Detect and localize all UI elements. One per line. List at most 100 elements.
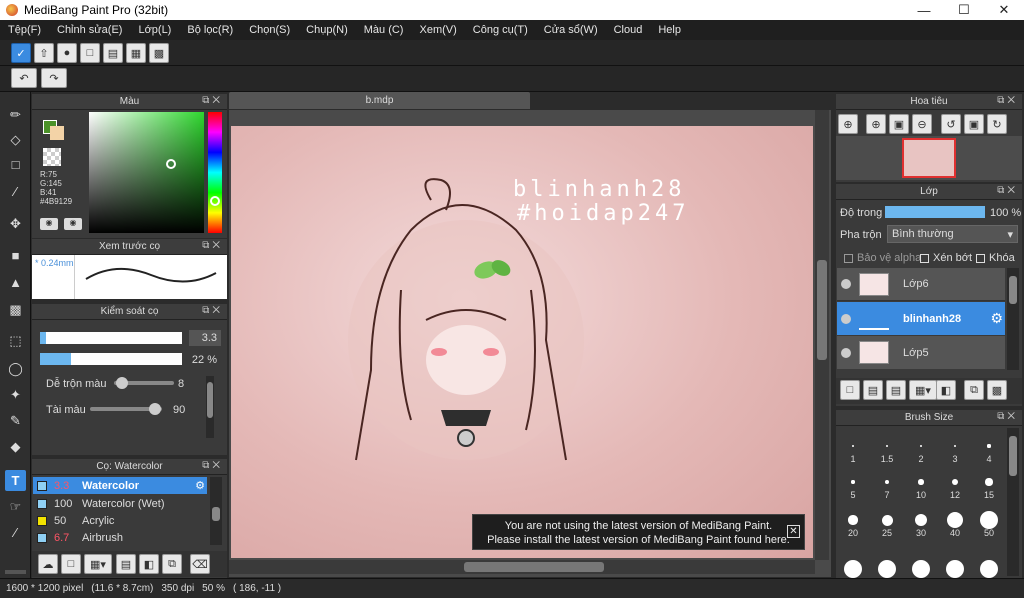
menu-color[interactable]: Màu (C): [356, 24, 412, 36]
brush-tool-icon[interactable]: ✏: [5, 104, 26, 125]
transparent-color-swatch[interactable]: [43, 148, 61, 166]
blend-mode-select[interactable]: Bình thường ▾: [887, 225, 1018, 243]
blend-slider[interactable]: [114, 377, 174, 389]
palette-icon[interactable]: ◉: [40, 218, 58, 230]
add-layer-dropdown-icon[interactable]: ▦▾: [909, 380, 937, 400]
close-window-button[interactable]: ✕: [984, 0, 1024, 20]
add-brush-dropdown-icon[interactable]: ▦▾: [84, 554, 112, 574]
eyedropper-tool-icon[interactable]: ∕: [5, 522, 26, 543]
navigator-viewport[interactable]: [902, 138, 956, 178]
panel-buttons-icon[interactable]: ⧉✕: [202, 240, 223, 251]
lock-checkbox[interactable]: Khóa: [976, 252, 1015, 264]
protect-alpha-checkbox[interactable]: Bảo vệ alpha: [844, 252, 921, 264]
gear-icon[interactable]: ⚙: [195, 479, 205, 492]
rectangle-tool-icon[interactable]: □: [5, 154, 26, 175]
background-color-swatch[interactable]: [50, 126, 64, 140]
maximize-button[interactable]: ☐: [944, 0, 984, 20]
brush-size-option[interactable]: 40: [938, 504, 972, 540]
hue-slider[interactable]: [208, 112, 222, 233]
brush-size-option[interactable]: 1: [836, 430, 870, 466]
share-icon[interactable]: ⇧: [34, 43, 54, 63]
brush-size-option[interactable]: [836, 560, 870, 578]
brush-size-slider[interactable]: [40, 332, 182, 344]
select-pen-tool-icon[interactable]: ✎: [5, 410, 26, 431]
rotate-right-icon[interactable]: ↻: [987, 114, 1007, 134]
panel-buttons-icon[interactable]: ⧉✕: [997, 95, 1018, 106]
color-field[interactable]: [89, 112, 204, 233]
merge-layer-icon[interactable]: ▩: [987, 380, 1007, 400]
brush-size-option[interactable]: 1.5: [870, 430, 904, 466]
brush-size-option[interactable]: 5: [836, 466, 870, 502]
canvas-vscrollbar[interactable]: [815, 110, 829, 560]
brush-cloud-icon[interactable]: ☁: [38, 554, 58, 574]
brush-size-option[interactable]: 25: [870, 504, 904, 540]
minimize-button[interactable]: —: [904, 0, 944, 20]
clipping-checkbox[interactable]: Xén bớt: [920, 252, 972, 264]
menu-layer[interactable]: Lớp(L): [130, 24, 179, 36]
menu-cloud[interactable]: Cloud: [606, 24, 651, 36]
text-tool-icon[interactable]: T: [5, 470, 26, 491]
rotate-left-icon[interactable]: ↺: [941, 114, 961, 134]
brush-size-option[interactable]: 12: [938, 466, 972, 502]
menu-view[interactable]: Xem(V): [411, 24, 464, 36]
brush-size-option[interactable]: 7: [870, 466, 904, 502]
folder-icon[interactable]: ◧: [139, 554, 159, 574]
brush-size-scrollbar[interactable]: [1007, 428, 1019, 576]
duplicate-layer-icon[interactable]: ⧉: [964, 380, 984, 400]
fit-icon[interactable]: ▣: [889, 114, 909, 134]
menu-filter[interactable]: Bộ lọc(R): [179, 24, 241, 36]
select-eraser-tool-icon[interactable]: ◆: [5, 436, 26, 457]
layer-row[interactable]: blinhanh28 ⚙: [837, 302, 1005, 335]
zoom-in-icon[interactable]: ⊕: [838, 114, 858, 134]
menu-window[interactable]: Cửa sổ(W): [536, 24, 606, 36]
layer-scrollbar[interactable]: [1007, 268, 1019, 370]
layout-icon[interactable]: ▩: [149, 43, 169, 63]
zoom-in-alt-icon[interactable]: ⊕: [866, 114, 886, 134]
eraser-tool-icon[interactable]: ◇: [5, 129, 26, 150]
canvas[interactable]: blinhanh28 #hoidap247: [231, 126, 813, 558]
panel-buttons-icon[interactable]: ⧉✕: [202, 305, 223, 316]
eye-icon[interactable]: [841, 347, 851, 358]
brush-size-option[interactable]: [938, 560, 972, 578]
lasso-tool-icon[interactable]: ◯: [5, 358, 26, 379]
brush-size-option[interactable]: [870, 560, 904, 578]
brush-size-option[interactable]: [904, 560, 938, 578]
brush-size-option[interactable]: 10: [904, 466, 938, 502]
duplicate-brush-icon[interactable]: ⧉: [162, 554, 182, 574]
brush-size-option[interactable]: 30: [904, 504, 938, 540]
brush-opacity-slider[interactable]: [40, 353, 182, 365]
zoom-out-icon[interactable]: ⊖: [912, 114, 932, 134]
brush-item[interactable]: 50 Acrylic: [33, 512, 207, 529]
panel-buttons-icon[interactable]: ⧉✕: [997, 411, 1018, 422]
comment-icon[interactable]: ●: [57, 43, 77, 63]
brush-size-option[interactable]: 4: [972, 430, 1006, 466]
eye-icon[interactable]: [841, 279, 851, 289]
move-tool-icon[interactable]: ✥: [5, 213, 26, 234]
resource-slider[interactable]: [90, 403, 162, 415]
new-color-layer-icon[interactable]: ▤: [863, 380, 883, 400]
layer-row[interactable]: Lớp6: [837, 268, 1005, 301]
color-picker-handle[interactable]: [166, 159, 176, 169]
brush-size-option[interactable]: 20: [836, 504, 870, 540]
eye-icon[interactable]: [841, 313, 851, 324]
cloud-save-icon[interactable]: ✓: [11, 43, 31, 63]
brush-size-option[interactable]: [972, 560, 1006, 578]
bucket-tool-icon[interactable]: ▲: [5, 272, 26, 293]
panel-buttons-icon[interactable]: ⧉✕: [997, 185, 1018, 196]
gear-icon[interactable]: ⚙: [990, 310, 1003, 327]
menu-edit[interactable]: Chỉnh sửa(E): [49, 24, 130, 36]
new-halftone-layer-icon[interactable]: ▤: [886, 380, 906, 400]
brush-control-scrollbar[interactable]: [206, 376, 214, 438]
menu-tools[interactable]: Công cụ(T): [465, 24, 536, 36]
brush-size-value[interactable]: 3.3: [189, 330, 221, 346]
select-tool-icon[interactable]: ⬚: [5, 330, 26, 351]
fill-rect-tool-icon[interactable]: ■: [5, 245, 26, 266]
menu-snap[interactable]: Chụp(N): [298, 24, 356, 36]
menu-select[interactable]: Chọn(S): [241, 24, 298, 36]
color-tint-icon[interactable]: ◉: [64, 218, 82, 230]
brush-size-option[interactable]: 2: [904, 430, 938, 466]
canvas-hscrollbar[interactable]: [229, 560, 815, 574]
navigator-preview[interactable]: [836, 136, 1022, 180]
layer-opacity-slider[interactable]: [885, 206, 985, 218]
menu-help[interactable]: Help: [650, 24, 689, 36]
